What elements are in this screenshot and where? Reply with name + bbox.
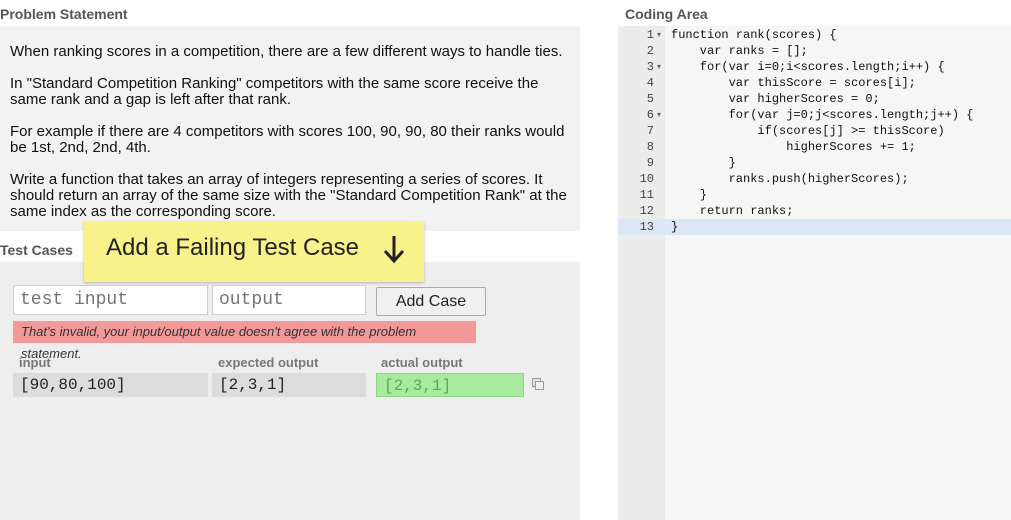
input-column-header: input	[19, 355, 51, 370]
coding-area-title: Coding Area	[625, 6, 708, 22]
code-line[interactable]: function rank(scores) {	[671, 27, 837, 43]
actual-output-column-header: actual output	[381, 355, 463, 370]
line-number: 3	[646, 60, 654, 74]
problem-paragraph: When ranking scores in a competition, th…	[10, 43, 563, 60]
problem-statement-panel: When ranking scores in a competition, th…	[0, 26, 580, 231]
line-number: 11	[639, 188, 654, 202]
code-line[interactable]: for(var i=0;i<scores.length;i++) {	[671, 59, 945, 75]
line-number: 8	[646, 140, 654, 154]
problem-paragraph: In "Standard Competition Ranking" compet…	[10, 75, 539, 108]
fold-toggle-icon[interactable]: ▾	[657, 59, 661, 75]
failing-test-callout: Add a Failing Test Case	[84, 222, 424, 282]
test-input-field[interactable]	[13, 285, 208, 315]
code-line[interactable]: var thisScore = scores[i];	[671, 75, 916, 91]
code-line[interactable]: var ranks = [];	[671, 43, 808, 59]
test-output-field[interactable]	[212, 285, 366, 315]
code-line[interactable]: }	[671, 187, 707, 203]
problem-text: When ranking scores in a competition, th…	[0, 26, 580, 220]
line-number: 5	[646, 92, 654, 106]
code-line[interactable]: if(scores[j] >= thisScore)	[671, 123, 944, 139]
line-number: 1	[646, 28, 654, 42]
problem-paragraph: Write a function that takes an array of …	[10, 171, 567, 220]
test-cases-title: Test Cases	[0, 242, 73, 258]
code-editor[interactable]: 1 2 3 4 5 6 7 8 9 10 11 12 13 ▾ ▾ ▾ func…	[618, 26, 1011, 520]
line-number: 12	[639, 204, 654, 218]
code-line[interactable]: }	[671, 219, 678, 235]
line-number: 4	[646, 76, 654, 90]
test-row-expected-output: [2,3,1]	[212, 373, 366, 397]
callout-text: Add a Failing Test Case	[106, 234, 360, 261]
line-number: 6	[646, 108, 654, 122]
line-number: 2	[646, 44, 654, 58]
problem-paragraph: For example if there are 4 competitors w…	[10, 123, 565, 156]
line-number: 13	[639, 220, 654, 234]
line-number: 10	[639, 172, 654, 186]
code-line[interactable]: ranks.push(higherScores);	[671, 171, 909, 187]
error-banner: That's invalid, your input/output value …	[13, 321, 476, 361]
code-line[interactable]: for(var j=0;j<scores.length;j++) {	[671, 107, 974, 123]
code-line[interactable]: higherScores += 1;	[671, 139, 916, 155]
problem-statement-title: Problem Statement	[0, 6, 128, 22]
line-number: 7	[646, 124, 654, 138]
copy-icon[interactable]	[532, 378, 544, 390]
code-line[interactable]: var higherScores = 0;	[671, 91, 880, 107]
arrow-down-icon	[383, 236, 405, 264]
add-case-button[interactable]: Add Case	[376, 287, 486, 316]
expected-output-column-header: expected output	[218, 355, 319, 370]
code-line[interactable]: }	[671, 155, 736, 171]
fold-toggle-icon[interactable]: ▾	[657, 27, 661, 43]
test-row-actual-output: [2,3,1]	[376, 373, 524, 397]
code-line[interactable]: return ranks;	[671, 203, 794, 219]
test-row-input: [90,80,100]	[13, 373, 208, 397]
fold-toggle-icon[interactable]: ▾	[657, 107, 661, 123]
line-number: 9	[646, 156, 654, 170]
